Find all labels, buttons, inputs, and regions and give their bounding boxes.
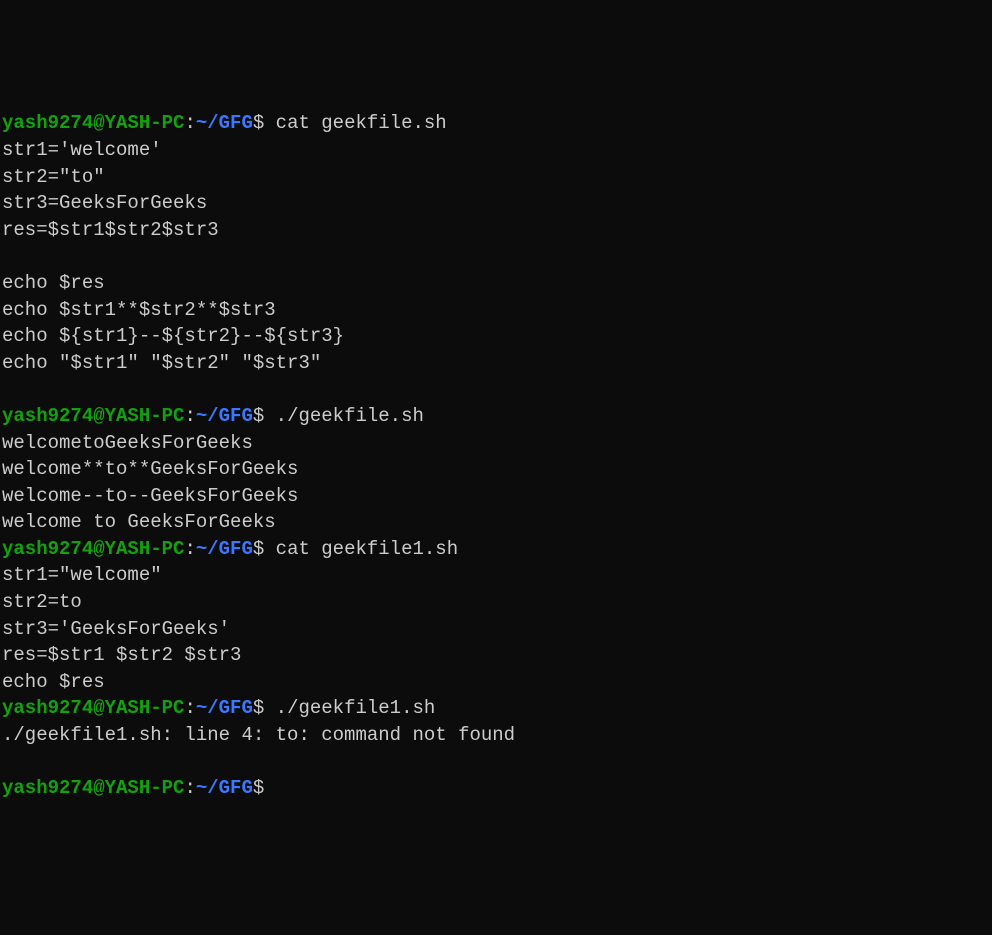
output-line: echo $res: [2, 669, 992, 696]
output-line: echo "$str1" "$str2" "$str3": [2, 350, 992, 377]
colon: :: [184, 777, 195, 799]
output-line: res=$str1$str2$str3: [2, 217, 992, 244]
user-host: yash9274@YASH-PC: [2, 538, 184, 560]
output-line: welcome to GeeksForGeeks: [2, 509, 992, 536]
output-line: welcometoGeeksForGeeks: [2, 430, 992, 457]
terminal-output[interactable]: yash9274@YASH-PC:~/GFG$ cat geekfile.shs…: [2, 110, 992, 801]
output-line: str3='GeeksForGeeks': [2, 616, 992, 643]
path: ~/GFG: [196, 538, 253, 560]
output-line: echo ${str1}--${str2}--${str3}: [2, 323, 992, 350]
prompt-line-3: yash9274@YASH-PC:~/GFG$ cat geekfile1.sh: [2, 536, 992, 563]
dollar-sign: $: [253, 697, 264, 719]
blank-line: [2, 749, 992, 776]
blank-line: [2, 243, 992, 270]
output-line: str2=to: [2, 589, 992, 616]
path: ~/GFG: [196, 777, 253, 799]
path: ~/GFG: [196, 112, 253, 134]
command-text: ./geekfile.sh: [264, 405, 424, 427]
colon: :: [184, 697, 195, 719]
prompt-line-1: yash9274@YASH-PC:~/GFG$ cat geekfile.sh: [2, 110, 992, 137]
dollar-sign: $: [253, 538, 264, 560]
user-host: yash9274@YASH-PC: [2, 112, 184, 134]
output-line: welcome**to**GeeksForGeeks: [2, 456, 992, 483]
user-host: yash9274@YASH-PC: [2, 405, 184, 427]
prompt-line-5: yash9274@YASH-PC:~/GFG$: [2, 775, 992, 802]
output-line: welcome--to--GeeksForGeeks: [2, 483, 992, 510]
user-host: yash9274@YASH-PC: [2, 697, 184, 719]
command-text: ./geekfile1.sh: [264, 697, 435, 719]
output-line: echo $res: [2, 270, 992, 297]
colon: :: [184, 405, 195, 427]
dollar-sign: $: [253, 112, 264, 134]
output-line: str2="to": [2, 164, 992, 191]
output-line: str3=GeeksForGeeks: [2, 190, 992, 217]
prompt-line-2: yash9274@YASH-PC:~/GFG$ ./geekfile.sh: [2, 403, 992, 430]
output-line: ./geekfile1.sh: line 4: to: command not …: [2, 722, 992, 749]
output-line: res=$str1 $str2 $str3: [2, 642, 992, 669]
output-line: str1='welcome': [2, 137, 992, 164]
output-line: str1="welcome": [2, 562, 992, 589]
user-host: yash9274@YASH-PC: [2, 777, 184, 799]
dollar-sign: $: [253, 405, 264, 427]
colon: :: [184, 538, 195, 560]
path: ~/GFG: [196, 697, 253, 719]
path: ~/GFG: [196, 405, 253, 427]
blank-line: [2, 376, 992, 403]
command-text: cat geekfile1.sh: [264, 538, 458, 560]
prompt-line-4: yash9274@YASH-PC:~/GFG$ ./geekfile1.sh: [2, 695, 992, 722]
output-line: echo $str1**$str2**$str3: [2, 297, 992, 324]
colon: :: [184, 112, 195, 134]
dollar-sign: $: [253, 777, 264, 799]
command-text: cat geekfile.sh: [264, 112, 446, 134]
